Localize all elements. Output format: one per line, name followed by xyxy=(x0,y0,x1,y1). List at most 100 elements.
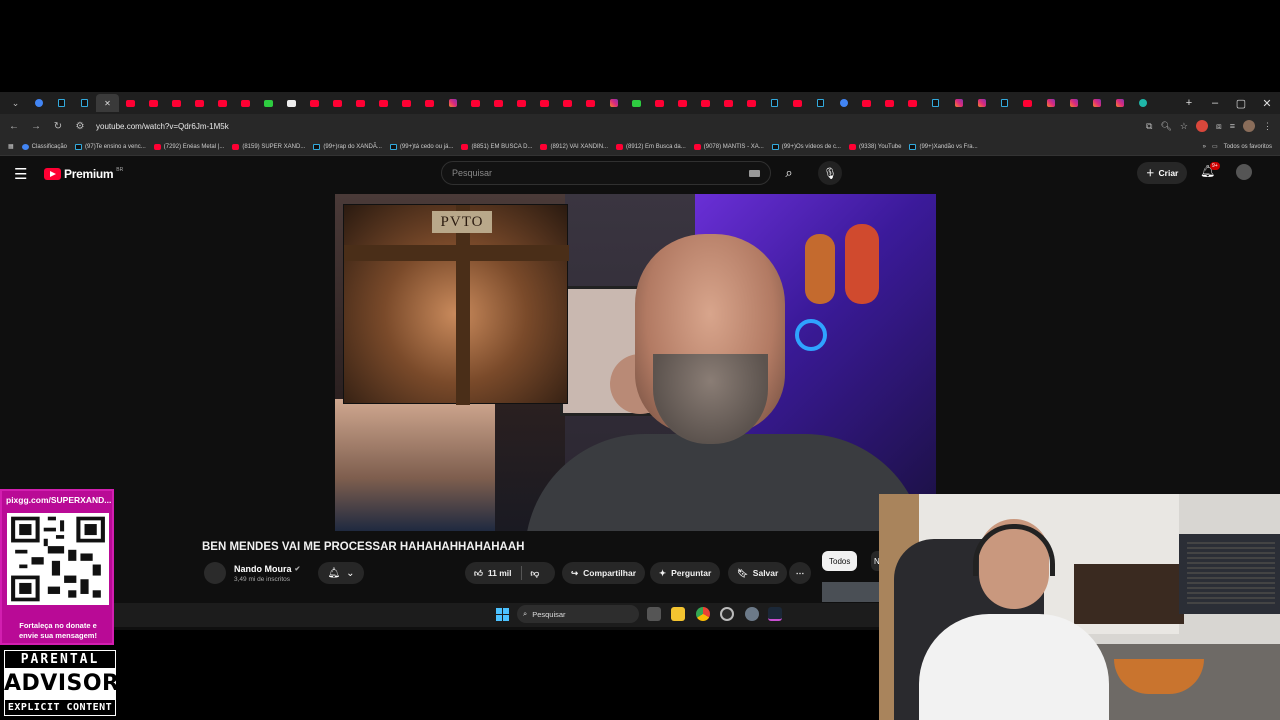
bookmark-item[interactable]: (7292) Enéas Metal |... xyxy=(153,143,224,150)
bookmark-item[interactable]: (99+)tá cedo ou já... xyxy=(389,143,453,150)
browser-tab[interactable] xyxy=(924,94,947,112)
browser-tab[interactable] xyxy=(786,94,809,112)
browser-tab[interactable] xyxy=(947,94,970,112)
browser-tab[interactable] xyxy=(579,94,602,112)
browser-tab[interactable] xyxy=(901,94,924,112)
bookmark-item[interactable]: (9078) MANTIS - XA... xyxy=(693,143,764,150)
browser-tab[interactable] xyxy=(717,94,740,112)
chrome-icon[interactable] xyxy=(696,607,710,621)
bookmark-item[interactable]: Classificação xyxy=(21,143,67,150)
browser-tab[interactable] xyxy=(395,94,418,112)
zoom-icon[interactable]: 🔍︎ xyxy=(1160,121,1171,132)
browser-tab[interactable] xyxy=(326,94,349,112)
bookmarks-overflow-icon[interactable]: » xyxy=(1203,144,1206,150)
apps-grid-icon[interactable]: ▦ xyxy=(8,143,14,150)
site-info-icon[interactable]: ⚙ xyxy=(74,121,86,132)
browser-tab[interactable] xyxy=(73,94,96,112)
browser-tab[interactable] xyxy=(303,94,326,112)
menu-icon[interactable]: ☰ xyxy=(14,165,30,183)
browser-tab[interactable] xyxy=(878,94,901,112)
search-input[interactable]: Pesquisar xyxy=(441,161,771,185)
reload-icon[interactable]: ↻ xyxy=(52,121,64,132)
tab-search-icon[interactable]: ≡ xyxy=(1230,121,1235,131)
file-explorer-icon[interactable] xyxy=(671,607,685,621)
install-app-icon[interactable]: ⧉ xyxy=(1146,121,1152,132)
new-tab-button[interactable]: + xyxy=(1176,93,1202,113)
task-view-icon[interactable] xyxy=(647,607,661,621)
taskbar-search[interactable]: ⌕ Pesquisar xyxy=(517,605,639,623)
create-button[interactable]: ＋ Criar xyxy=(1137,162,1188,184)
browser-tab[interactable] xyxy=(1062,94,1085,112)
dislike-icon[interactable]: 👎︎ xyxy=(531,568,540,579)
browser-tab[interactable] xyxy=(970,94,993,112)
browser-menu-icon[interactable]: ⋮ xyxy=(1263,121,1272,132)
browser-tab[interactable] xyxy=(372,94,395,112)
steam-icon[interactable] xyxy=(768,607,782,621)
browser-tab[interactable] xyxy=(188,94,211,112)
channel-avatar[interactable] xyxy=(204,562,226,584)
account-avatar[interactable] xyxy=(1236,164,1252,180)
browser-tab[interactable] xyxy=(510,94,533,112)
browser-tab[interactable] xyxy=(1039,94,1062,112)
browser-tab[interactable] xyxy=(648,94,671,112)
browser-tab[interactable] xyxy=(1131,94,1154,112)
browser-tab[interactable] xyxy=(27,94,50,112)
maximize-button[interactable]: ▢ xyxy=(1228,93,1254,113)
browser-tab[interactable] xyxy=(809,94,832,112)
browser-tab[interactable] xyxy=(763,94,786,112)
close-window-button[interactable]: ✕ xyxy=(1254,93,1280,113)
browser-tab[interactable] xyxy=(119,94,142,112)
microphone-icon[interactable]: 🎙︎ xyxy=(818,161,842,185)
all-bookmarks-link[interactable]: Todos os favoritos xyxy=(1224,144,1272,150)
browser-tab[interactable] xyxy=(487,94,510,112)
browser-tab[interactable] xyxy=(1085,94,1108,112)
browser-tab[interactable] xyxy=(257,94,280,112)
browser-tab[interactable] xyxy=(464,94,487,112)
recommended-thumbnail[interactable] xyxy=(822,582,880,602)
search-icon[interactable]: ⌕ xyxy=(773,161,805,185)
bookmark-item[interactable]: (97)Te ensino a venc... xyxy=(75,143,146,150)
bookmark-item[interactable]: (8851) EM BUSCA D... xyxy=(461,143,532,150)
bookmark-item[interactable]: (8159) SUPER XAND... xyxy=(232,143,305,150)
browser-tab[interactable] xyxy=(855,94,878,112)
channel-name[interactable]: Nando Moura xyxy=(234,564,292,574)
save-button[interactable]: 🔖︎ Salvar xyxy=(728,562,788,584)
tab-list-dropdown[interactable]: ⌄ xyxy=(4,94,27,112)
keyboard-icon[interactable] xyxy=(749,169,760,177)
browser-tab[interactable] xyxy=(556,94,579,112)
url-field[interactable]: youtube.com/watch?v=Qdr6Jm-1M5k xyxy=(96,122,1136,131)
forward-icon[interactable]: → xyxy=(30,121,42,132)
browser-tab[interactable] xyxy=(625,94,648,112)
extensions-puzzle-icon[interactable]: ⧈ xyxy=(1216,121,1222,132)
browser-tab[interactable] xyxy=(418,94,441,112)
bookmark-item[interactable]: (9338) YouTube xyxy=(848,143,901,150)
browser-tab[interactable] xyxy=(211,94,234,112)
browser-tab[interactable] xyxy=(993,94,1016,112)
windows-start-icon[interactable] xyxy=(496,608,509,621)
ask-button[interactable]: ✦ Perguntar xyxy=(650,562,721,584)
bookmark-item[interactable]: (99+)Xandão vs Fra... xyxy=(909,143,978,150)
browser-tab[interactable] xyxy=(832,94,855,112)
browser-tab[interactable] xyxy=(142,94,165,112)
profile-avatar[interactable] xyxy=(1243,120,1255,132)
browser-tab[interactable] xyxy=(1108,94,1131,112)
browser-tab[interactable] xyxy=(671,94,694,112)
bookmark-star-icon[interactable]: ☆ xyxy=(1180,121,1188,132)
browser-tab[interactable] xyxy=(234,94,257,112)
chip-all[interactable]: Todos xyxy=(822,551,858,571)
browser-tab[interactable] xyxy=(165,94,188,112)
browser-tab[interactable] xyxy=(740,94,763,112)
tab-active-close[interactable]: ✕ xyxy=(96,94,119,112)
bookmark-item[interactable]: (8912) VAI XANDIN... xyxy=(540,143,608,150)
bookmark-item[interactable]: (8912) Em Busca da... xyxy=(616,143,686,150)
back-icon[interactable]: ← xyxy=(8,121,20,132)
browser-tab[interactable] xyxy=(694,94,717,112)
browser-tab[interactable] xyxy=(1016,94,1039,112)
settings-icon[interactable] xyxy=(745,607,759,621)
channel-name-row[interactable]: Nando Moura ✔ xyxy=(234,564,300,574)
like-icon[interactable]: 👍︎ xyxy=(474,568,483,579)
youtube-logo[interactable]: Premium BR xyxy=(44,167,123,181)
app-icon[interactable] xyxy=(720,607,734,621)
extension-icon[interactable] xyxy=(1196,120,1208,132)
browser-tab[interactable] xyxy=(349,94,372,112)
